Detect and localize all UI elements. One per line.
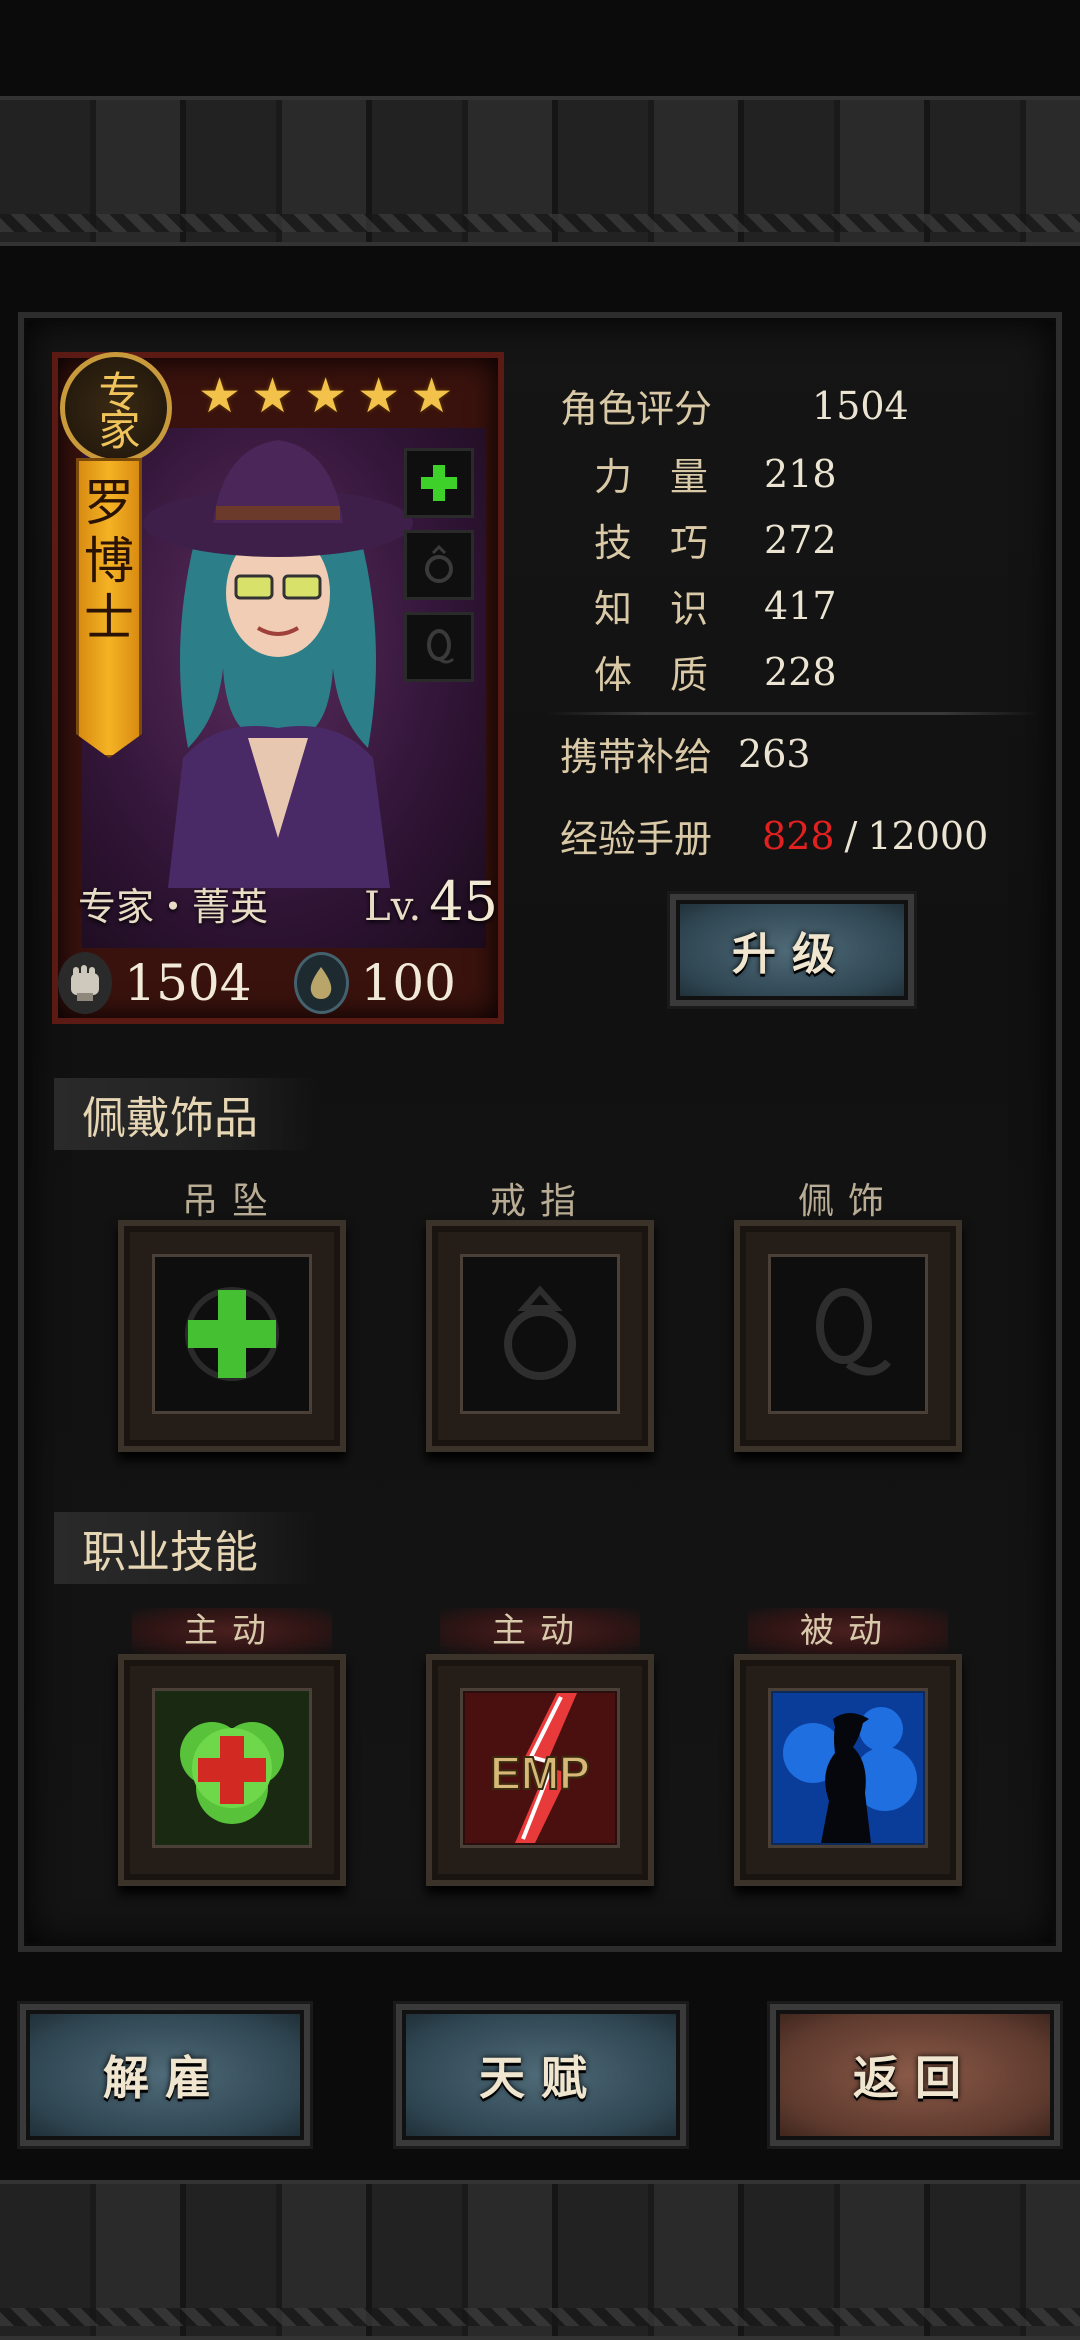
stat-strength: 力 量 218: [594, 446, 837, 501]
name-char-1: 罗: [84, 474, 134, 532]
skill-slot-3[interactable]: [734, 1654, 962, 1886]
green-cross-icon: [421, 465, 457, 501]
ring-slot-label: 戒指: [489, 1181, 590, 1222]
name-banner: 罗 博 士: [76, 458, 142, 758]
exp-separator: /: [844, 813, 858, 858]
charm-slot[interactable]: [734, 1220, 962, 1452]
name-char-2: 博: [84, 531, 134, 590]
star-icon: ★: [357, 368, 401, 424]
character-card: 专家 罗 博 士 ★ ★ ★ ★ ★ 专家・菁英 Lv. 45 1504 100: [52, 352, 504, 1024]
star-icon: ★: [304, 368, 348, 424]
skills-title: 职业技能: [54, 1512, 318, 1584]
equipped-ring-mini[interactable]: [404, 530, 474, 600]
class-badge-text: 专家: [92, 370, 141, 446]
stat-carry-supply: 携带补给 263: [560, 726, 811, 781]
stat-exp-manual: 经验手册 828 / 12000: [560, 808, 988, 863]
skill-slot-3-inner: [768, 1688, 928, 1848]
character-portrait: [143, 440, 413, 888]
star-icon: ★: [251, 368, 295, 424]
rank-label: 专家・菁英: [78, 885, 269, 929]
skill-label: 技 巧: [594, 521, 709, 565]
constitution-label: 体 质: [594, 653, 709, 697]
exp-total: 12000: [867, 813, 989, 858]
skill-slot-1[interactable]: [118, 1654, 346, 1886]
class-badge: 专家: [60, 352, 172, 464]
skill-slot-2[interactable]: EMP: [426, 1654, 654, 1886]
power-value: 1504: [124, 954, 252, 1012]
skill-1-tag: 主动: [132, 1608, 332, 1654]
knowledge-value: 417: [764, 583, 837, 628]
bottom-stone-border: [0, 2180, 1080, 2340]
exp-current: 828: [762, 813, 835, 858]
dismiss-button-label: 解雇: [103, 2051, 227, 2105]
charm-icon: [427, 629, 455, 664]
ring-icon: [504, 1285, 576, 1380]
power-supply-row: 1504 100: [58, 948, 498, 1018]
exp-label: 经验手册: [560, 817, 713, 861]
stat-rating: 角色评分 1504: [560, 378, 909, 433]
emp-icon: EMP: [465, 1693, 615, 1843]
accessories-title: 佩戴饰品: [54, 1078, 318, 1150]
charm-icon: [816, 1288, 891, 1376]
equipped-charm-mini[interactable]: [404, 612, 474, 682]
supply-drop-icon: [293, 952, 349, 1014]
supply-value: 100: [360, 954, 456, 1012]
star-icon: ★: [198, 368, 242, 424]
level-value: 45: [429, 870, 498, 933]
strength-label: 力 量: [594, 455, 709, 499]
top-stone-border: [0, 96, 1080, 246]
knowledge-label: 知 识: [594, 587, 709, 631]
heal-cloud-icon: [180, 1722, 284, 1824]
back-button[interactable]: 返回: [770, 2004, 1060, 2146]
constitution-value: 228: [764, 649, 837, 694]
star-rating: ★ ★ ★ ★ ★: [198, 368, 453, 424]
rating-label: 角色评分: [560, 387, 713, 431]
equipped-pendant-mini[interactable]: [404, 448, 474, 518]
skill-2-tag: 主动: [440, 1608, 640, 1654]
rating-value: 1504: [812, 383, 909, 428]
name-char-3: 士: [84, 589, 134, 647]
dismiss-button[interactable]: 解雇: [20, 2004, 310, 2146]
charm-slot-inner: [768, 1254, 928, 1414]
rank-level-line: 专家・菁英 Lv. 45: [78, 870, 498, 933]
skill-slot-2-inner: EMP: [460, 1688, 620, 1848]
level-label: Lv.: [364, 884, 422, 930]
stat-skill: 技 巧 272: [594, 512, 837, 567]
pendant-slot-label: 吊坠: [181, 1181, 282, 1222]
upgrade-button-label: 升级: [732, 929, 852, 980]
ring-icon: [425, 544, 453, 583]
carry-label: 携带补给: [560, 735, 713, 779]
fist-icon: [58, 952, 113, 1014]
stats-divider: [548, 712, 1038, 715]
star-icon: ★: [410, 368, 454, 424]
ring-slot-inner: [460, 1254, 620, 1414]
stat-knowledge: 知 识 417: [594, 578, 837, 633]
talent-button[interactable]: 天赋: [396, 2004, 686, 2146]
skill-value: 272: [764, 517, 837, 562]
carry-value: 263: [738, 731, 811, 776]
skill-slot-1-inner: [152, 1688, 312, 1848]
green-cross-icon: [185, 1287, 279, 1381]
stealth-silhouette-icon: [773, 1693, 923, 1843]
back-button-label: 返回: [853, 2051, 977, 2105]
upgrade-button[interactable]: 升级: [670, 894, 914, 1006]
strength-value: 218: [764, 451, 837, 496]
stat-constitution: 体 质 228: [594, 644, 837, 699]
pendant-slot-inner: [152, 1254, 312, 1414]
skill-3-tag: 被动: [748, 1608, 948, 1654]
emp-icon-text: EMP: [490, 1747, 590, 1799]
talent-button-label: 天赋: [479, 2051, 603, 2105]
pendant-slot[interactable]: [118, 1220, 346, 1452]
charm-slot-label: 佩饰: [797, 1181, 898, 1222]
ring-slot[interactable]: [426, 1220, 654, 1452]
